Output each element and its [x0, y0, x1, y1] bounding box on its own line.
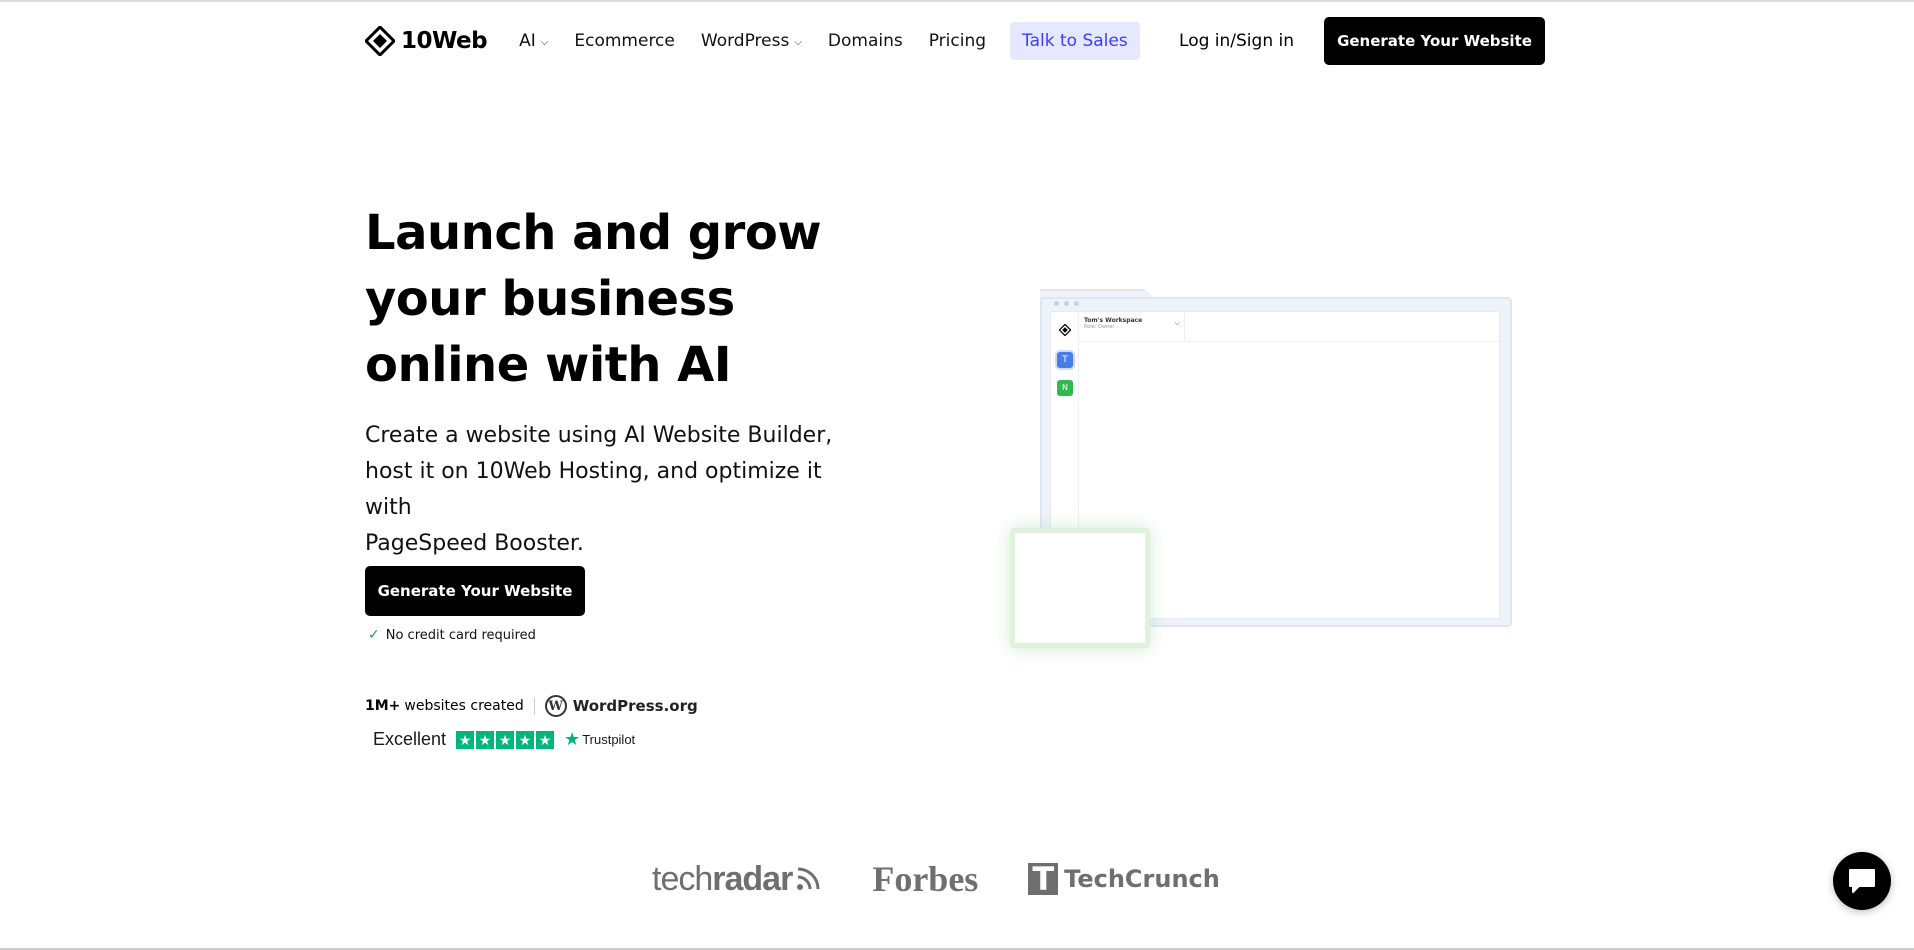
- workspace-name: Tom's Workspace: [1084, 317, 1143, 324]
- nav-item-label: AI: [519, 31, 536, 51]
- workspace-selector: Tom's Workspace Role: Owner ⌵: [1079, 312, 1185, 342]
- top-border: [0, 0, 1914, 2]
- chat-launcher-button[interactable]: [1833, 852, 1891, 910]
- star-icon: ★: [476, 730, 495, 749]
- no-credit-card-text: No credit card required: [385, 627, 536, 643]
- nav-item-ecommerce[interactable]: Ecommerce: [574, 31, 675, 51]
- nav-item-domains[interactable]: Domains: [828, 31, 903, 51]
- chat-bubble-icon: [1849, 869, 1875, 893]
- trustpilot-rating[interactable]: Excellent ★ ★ ★ ★ ★ ★ Trustpilot: [373, 729, 635, 750]
- trustpilot-star-icon: ★: [564, 729, 581, 749]
- trustpilot-logo: ★ Trustpilot: [564, 729, 635, 750]
- workspace-avatar-t: T: [1057, 352, 1073, 368]
- hero-generate-website-button[interactable]: Generate Your Website: [365, 566, 585, 616]
- divider: [533, 697, 535, 715]
- wordpress-org-label: WordPress.org: [572, 697, 698, 715]
- dashboard-illustration: T N Tom's Workspace Role: Owner ⌵: [1010, 285, 1515, 648]
- nav-item-label: Ecommerce: [574, 31, 675, 51]
- hero-subtitle-line: PageSpeed Booster.: [365, 531, 584, 556]
- star-icon: ★: [456, 730, 475, 749]
- logo[interactable]: 10Web: [365, 26, 488, 56]
- websites-count-label: websites created: [404, 698, 524, 714]
- talk-to-sales-button[interactable]: Talk to Sales: [1010, 22, 1140, 60]
- chevron-down-icon: ⌵: [540, 36, 549, 48]
- wordpress-icon: W: [544, 695, 567, 717]
- nav-item-wordpress[interactable]: WordPress ⌵: [701, 31, 802, 51]
- nav-item-ai[interactable]: AI ⌵: [519, 31, 548, 51]
- check-icon: ✓: [368, 627, 380, 643]
- hero-subtitle-line: host it on 10Web Hosting, and optimize i…: [365, 459, 822, 520]
- techradar-waves-icon: [797, 867, 820, 890]
- rating-stars: ★ ★ ★ ★ ★: [456, 730, 555, 749]
- nav-item-label: Pricing: [928, 31, 987, 51]
- star-icon: ★: [496, 730, 515, 749]
- social-proof: 1M+ websites created W WordPress.org: [365, 695, 698, 717]
- 10web-logo-icon: [365, 26, 395, 56]
- login-link[interactable]: Log in/Sign in: [1179, 31, 1294, 51]
- nav-item-pricing[interactable]: Pricing: [929, 31, 986, 51]
- chevron-down-icon: ⌵: [794, 36, 802, 48]
- nav-right: Log in/Sign in Generate Your Website: [1179, 17, 1545, 65]
- techcrunch-logo: T TechCrunch: [1028, 863, 1220, 895]
- workspace-avatar-n: N: [1057, 380, 1073, 396]
- star-icon: ★: [516, 730, 535, 749]
- window-dots: [1054, 301, 1079, 306]
- nav-item-label: WordPress: [700, 31, 790, 51]
- site-header: 10Web AI ⌵ Ecommerce WordPress ⌵ Domains…: [365, 17, 1545, 65]
- no-credit-card-note: ✓ No credit card required: [368, 627, 536, 643]
- rating-label: Excellent: [373, 729, 447, 749]
- techradar-text: tech: [652, 859, 713, 898]
- floating-card: [1010, 528, 1150, 648]
- 10web-logo-icon: [1059, 324, 1071, 336]
- star-icon: ★: [536, 730, 555, 749]
- techcrunch-text: TechCrunch: [1064, 865, 1220, 893]
- dashboard-topbar: Tom's Workspace Role: Owner ⌵: [1079, 312, 1499, 342]
- hero-title: Launch and grow your business online wit…: [365, 200, 885, 398]
- forbes-logo: Forbes: [872, 859, 979, 899]
- workspace-role: Role: Owner: [1084, 324, 1115, 330]
- header-generate-website-button[interactable]: Generate Your Website: [1324, 17, 1545, 65]
- trustpilot-brand: Trustpilot: [582, 732, 636, 747]
- techradar-text: radar: [712, 859, 793, 898]
- hero-title-line: online with AI: [365, 337, 732, 393]
- websites-count: 1M+: [365, 698, 401, 714]
- chevron-down-icon: ⌵: [1174, 320, 1180, 327]
- techcrunch-mark-icon: T: [1028, 863, 1059, 895]
- hero-subtitle: Create a website using AI Website Builde…: [365, 418, 855, 562]
- hero-title-line: your business: [365, 271, 735, 327]
- press-logos: tech radar Forbes T TechCrunch: [652, 858, 1220, 900]
- logo-text: 10Web: [401, 28, 488, 54]
- hero-title-line: Launch and grow: [365, 205, 822, 261]
- wordpress-org-badge: W WordPress.org: [544, 695, 698, 717]
- nav-item-label: Domains: [827, 31, 903, 51]
- hero-subtitle-line: Create a website using AI Website Builde…: [365, 423, 833, 448]
- techradar-logo: tech radar: [652, 860, 822, 899]
